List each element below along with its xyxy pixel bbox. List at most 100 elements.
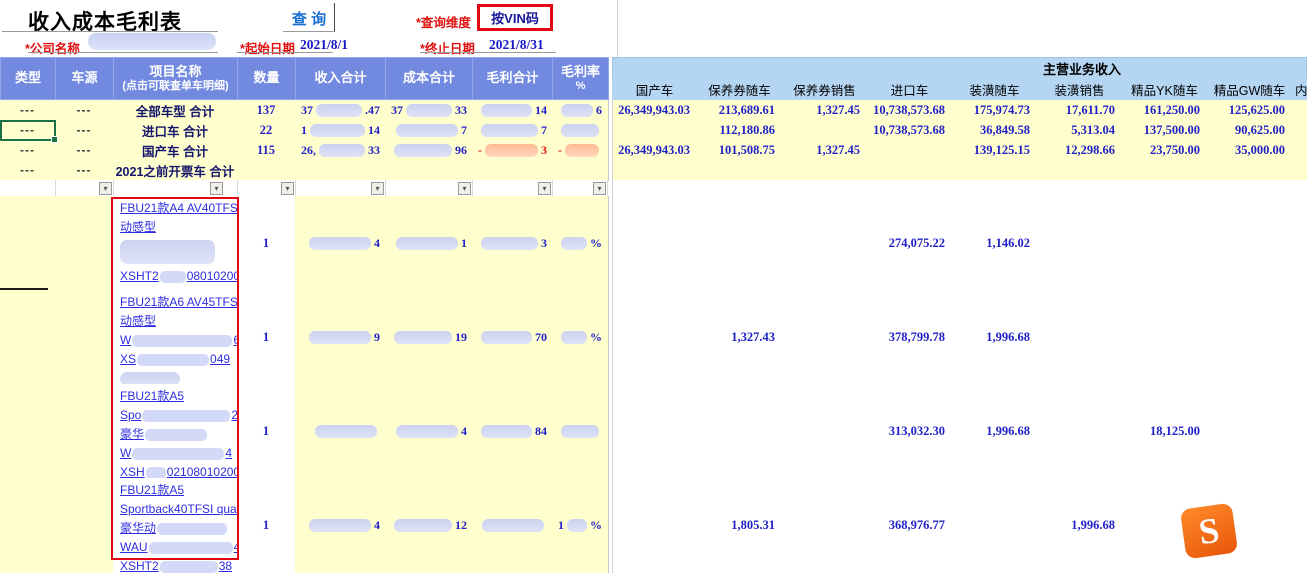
right-detail-cell — [1292, 478, 1307, 573]
vin-dimension-field[interactable]: 按VIN码 — [477, 4, 553, 31]
summary-cost-cell: 7 — [385, 120, 474, 141]
end-date-underline — [420, 52, 556, 53]
right-detail-cell: 1,996.68 — [952, 290, 1038, 385]
right-detail-cell — [1037, 384, 1123, 479]
detail-rate-cell: % — [552, 290, 609, 385]
detail-qty-cell: 1 — [237, 290, 296, 385]
right-detail-cell — [1037, 196, 1123, 291]
company-name-field[interactable] — [88, 33, 216, 50]
query-button[interactable]: 查 询 — [283, 8, 335, 29]
end-date-label: *终止日期 — [420, 38, 475, 57]
detail-source-cell — [55, 290, 114, 385]
detail-revenue-cell — [295, 384, 387, 479]
right-summary-cell — [1037, 160, 1123, 181]
right-summary-cell — [1292, 120, 1307, 141]
summary-project-name[interactable]: 进口车 合计 — [113, 120, 238, 141]
header-project-name: 项目名称(点击可联查单车明细) — [113, 57, 238, 100]
right-spacer-cell — [1292, 180, 1307, 197]
header-profit-total: 毛利合计 — [472, 57, 553, 100]
detail-source-cell — [55, 478, 114, 573]
right-summary-cell — [1292, 160, 1307, 181]
right-detail-cell: 1,805.31 — [697, 478, 783, 573]
right-summary-cell: 23,750.00 — [1122, 140, 1208, 161]
end-date-value[interactable]: 2021/8/31 — [489, 37, 544, 53]
title-underline — [2, 31, 218, 32]
start-date-label: *起始日期 — [240, 38, 295, 57]
censor-blob — [561, 237, 587, 250]
right-summary-cell: 213,689.61 — [697, 100, 783, 121]
detail-rate-cell: % — [552, 196, 609, 291]
detail-source-cell — [55, 196, 114, 291]
right-summary-cell: 161,250.00 — [1122, 100, 1208, 121]
summary-type-cell: --- — [0, 140, 56, 161]
right-detail-cell — [1292, 384, 1307, 479]
detail-rate-cell — [552, 384, 609, 479]
summary-type-cell: --- — [0, 160, 56, 181]
detail-qty-cell: 1 — [237, 384, 296, 479]
right-summary-cell: 137,500.00 — [1122, 120, 1208, 141]
detail-rate-cell: 1% — [552, 478, 609, 573]
filter-dropdown[interactable]: ▾ — [210, 182, 223, 195]
filter-dropdown[interactable]: ▾ — [538, 182, 551, 195]
censor-blob — [561, 124, 599, 137]
right-spacer-cell — [1122, 180, 1208, 197]
summary-project-name[interactable]: 国产车 合计 — [113, 140, 238, 161]
header-source: 车源 — [55, 57, 114, 100]
filter-gridline — [607, 180, 608, 196]
detail-revenue-cell: 4 — [295, 478, 387, 573]
right-summary-cell: 17,611.70 — [1037, 100, 1123, 121]
detail-cost-cell: 4 — [385, 384, 474, 479]
summary-source-cell: --- — [55, 100, 114, 121]
right-spacer-cell — [1037, 180, 1123, 197]
summary-source-cell: --- — [55, 140, 114, 161]
vin-dimension-value: 按VIN码 — [491, 8, 539, 27]
censor-blob — [310, 124, 365, 137]
right-detail-cell — [782, 290, 868, 385]
summary-source-cell: --- — [55, 120, 114, 141]
right-detail-cell — [782, 478, 868, 573]
censor-blob — [394, 144, 452, 157]
summary-project-name[interactable]: 全部车型 合计 — [113, 100, 238, 121]
filter-dropdown[interactable]: ▾ — [99, 182, 112, 195]
right-spacer-cell — [867, 180, 953, 197]
company-label: *公司名称 — [25, 38, 80, 57]
censor-blob — [567, 519, 587, 532]
detail-revenue-cell: 4 — [295, 196, 387, 291]
censor-blob — [319, 144, 365, 157]
start-date-value[interactable]: 2021/8/1 — [300, 37, 348, 53]
right-detail-cell — [1122, 196, 1208, 291]
right-detail-cell — [612, 290, 698, 385]
query-underline — [283, 31, 335, 32]
right-detail-cell — [1122, 290, 1208, 385]
detail-source-cell — [55, 384, 114, 479]
right-summary-cell — [1292, 140, 1307, 161]
filter-dropdown[interactable]: ▾ — [593, 182, 606, 195]
right-summary-cell: 10,738,573.68 — [867, 100, 953, 121]
right-summary-cell — [782, 120, 868, 141]
summary-source-cell: --- — [55, 160, 114, 181]
header-type: 类型 — [0, 57, 56, 100]
right-col-header-2: 保养券销售 — [782, 79, 868, 101]
detail-type-cell — [0, 478, 56, 573]
detail-qty-cell: 1 — [237, 478, 296, 573]
right-detail-cell — [952, 478, 1038, 573]
censor-blob — [481, 331, 532, 344]
right-detail-cell: 18,125.00 — [1122, 384, 1208, 479]
right-summary-cell: 112,180.86 — [697, 120, 783, 141]
censor-blob — [315, 425, 377, 438]
filter-dropdown[interactable]: ▾ — [371, 182, 384, 195]
right-detail-cell — [612, 478, 698, 573]
summary-rate-cell: 6 — [552, 100, 609, 121]
summary-project-name[interactable]: 2021之前开票车 合计 — [113, 160, 238, 181]
right-col-header-3: 进口车 — [867, 79, 953, 101]
right-detail-cell — [697, 384, 783, 479]
censor-blob — [309, 237, 371, 250]
detail-cost-cell: 19 — [385, 290, 474, 385]
filter-row — [0, 180, 608, 196]
filter-dropdown[interactable]: ▾ — [458, 182, 471, 195]
censor-blob — [561, 425, 599, 438]
filter-dropdown[interactable]: ▾ — [281, 182, 294, 195]
right-detail-cell: 1,146.02 — [952, 196, 1038, 291]
right-spacer-cell — [782, 180, 868, 197]
right-detail-cell — [1292, 290, 1307, 385]
